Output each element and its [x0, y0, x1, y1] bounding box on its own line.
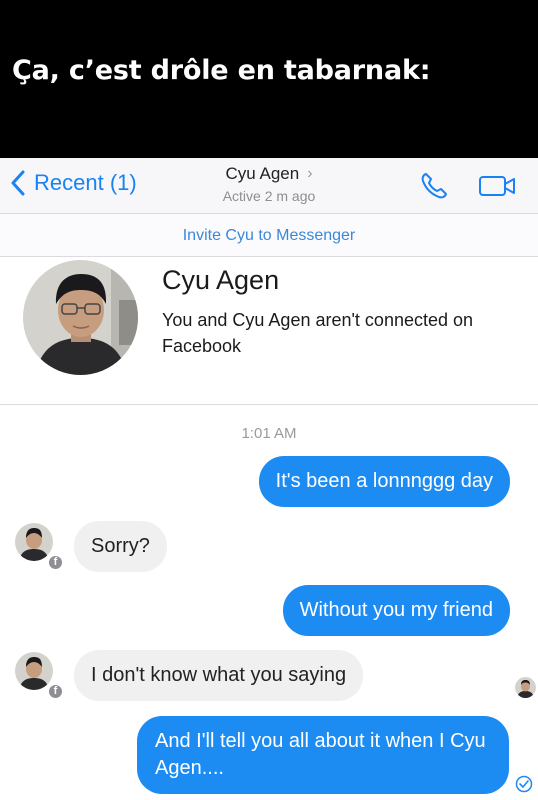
phone-icon: [421, 173, 447, 199]
meme-caption: Ça, c’est drôle en tabarnak:: [0, 0, 538, 158]
seen-indicator-avatar: [515, 677, 536, 698]
contact-title[interactable]: Cyu Agen › Active 2 m ago: [0, 164, 538, 204]
delivered-check-icon: [515, 775, 533, 793]
outgoing-message[interactable]: And I'll tell you all about it when I Cy…: [137, 716, 509, 794]
outgoing-message[interactable]: It's been a lonnnggg day: [258, 456, 510, 507]
message-timestamp: 1:01 AM: [241, 425, 297, 442]
video-call-button[interactable]: [478, 174, 518, 203]
facebook-badge-icon: f: [47, 554, 64, 571]
phone-call-button[interactable]: [418, 170, 450, 207]
outgoing-message[interactable]: Without you my friend: [282, 585, 510, 636]
connection-status-text: You and Cyu Agen aren't connected on Fac…: [162, 310, 474, 356]
contact-avatar[interactable]: [15, 523, 53, 561]
video-camera-icon: [479, 176, 515, 196]
chevron-right-icon: ›: [307, 165, 313, 182]
invite-to-messenger-link[interactable]: Invite Cyu to Messenger: [0, 214, 538, 257]
contact-name: Cyu Agen: [225, 164, 300, 183]
profile-avatar[interactable]: [23, 260, 138, 375]
profile-name: Cyu Agen: [162, 265, 280, 295]
incoming-message[interactable]: I don't know what you saying: [74, 650, 364, 701]
incoming-message[interactable]: Sorry?: [74, 521, 167, 572]
active-status: Active 2 m ago: [222, 188, 316, 204]
facebook-badge-icon: f: [47, 683, 64, 700]
contact-avatar[interactable]: [15, 652, 53, 690]
profile-card: Cyu Agen You and Cyu Agen aren't connect…: [0, 257, 538, 405]
conversation-header: Recent (1) Cyu Agen › Active 2 m ago: [0, 158, 538, 214]
